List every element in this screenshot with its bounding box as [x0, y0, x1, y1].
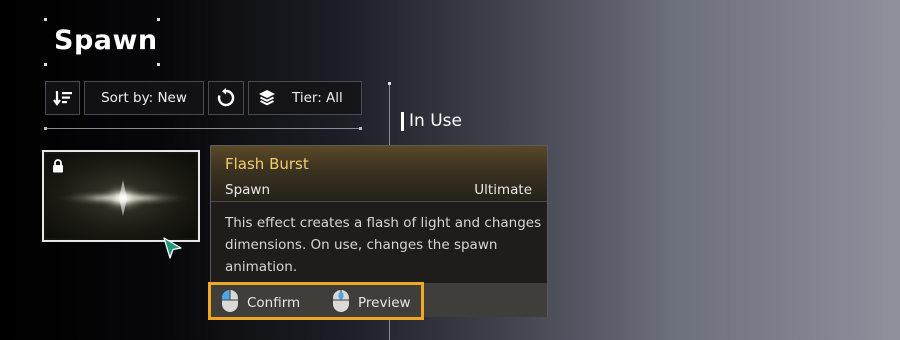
tier-label: Tier: All — [292, 90, 343, 106]
left-mouse-button-icon — [220, 289, 247, 317]
confirm-label: Confirm — [247, 295, 301, 311]
page-title: Spawn — [54, 25, 158, 56]
middle-mouse-button-icon — [331, 289, 358, 317]
refresh-icon — [216, 88, 236, 108]
heading-bar — [401, 111, 404, 131]
preview-button[interactable]: Preview — [331, 289, 411, 317]
sort-label: Sort by: New — [101, 90, 187, 106]
sort-icon — [52, 90, 73, 106]
in-use-label: In Use — [409, 111, 462, 131]
confirm-button[interactable]: Confirm — [220, 289, 300, 317]
item-category: Spawn — [225, 182, 271, 198]
sort-dropdown[interactable]: Sort by: New — [84, 81, 204, 115]
item-description: This effect creates a flash of light and… — [225, 215, 542, 275]
toolbar-divider — [44, 127, 362, 130]
in-use-heading: In Use — [401, 111, 462, 131]
page-title-frame: Spawn — [44, 18, 160, 66]
tier-filter-dropdown[interactable]: Tier: All — [248, 81, 362, 115]
layers-icon — [258, 89, 276, 107]
item-name: Flash Burst — [225, 155, 309, 173]
sort-order-button[interactable] — [45, 81, 80, 115]
effect-preview-image — [46, 154, 196, 238]
lock-icon — [52, 158, 64, 177]
refresh-button[interactable] — [208, 81, 244, 115]
preview-label: Preview — [358, 295, 411, 311]
tooltip-header: Flash Burst Spawn Ultimate — [211, 146, 547, 202]
mouse-cursor-icon — [162, 236, 184, 264]
effect-item-flash-burst[interactable] — [42, 150, 200, 242]
item-tier: Ultimate — [474, 182, 532, 198]
